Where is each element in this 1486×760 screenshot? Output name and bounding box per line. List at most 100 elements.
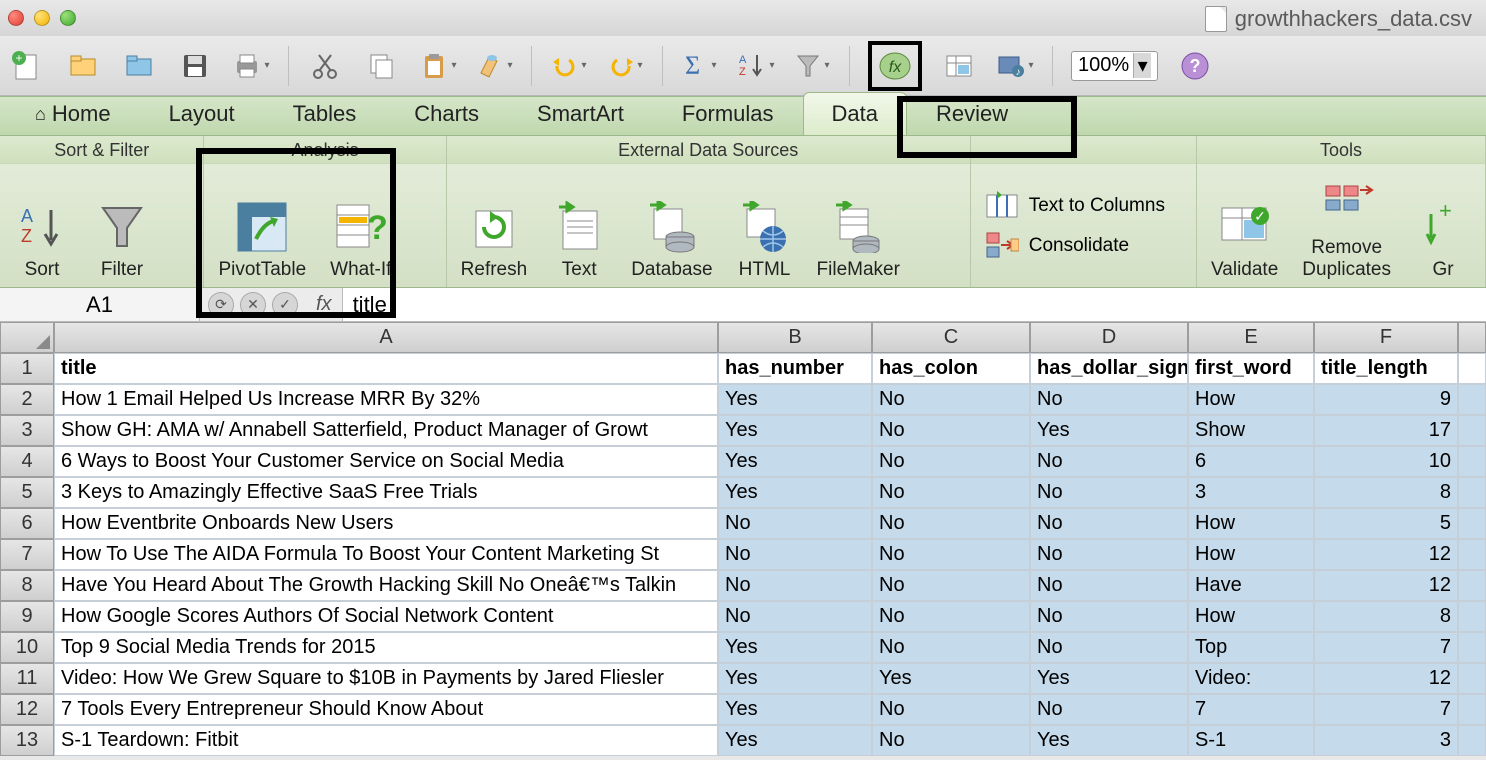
cell[interactable]: first_word [1188, 353, 1314, 384]
cell[interactable]: 8 [1314, 477, 1458, 508]
cell[interactable]: No [872, 601, 1030, 632]
pivottable-button[interactable]: PivotTable [218, 199, 306, 281]
filter-button[interactable]: Filter [94, 199, 150, 281]
cell[interactable]: No [1030, 508, 1188, 539]
cell[interactable]: 7 [1188, 694, 1314, 725]
cell[interactable]: No [872, 415, 1030, 446]
tab-home[interactable]: ⌂Home [6, 92, 140, 135]
cell[interactable]: No [1030, 539, 1188, 570]
cell[interactable]: 12 [1314, 663, 1458, 694]
cell[interactable] [1458, 384, 1486, 415]
name-box[interactable]: A1 [0, 288, 200, 321]
cell[interactable]: Yes [872, 663, 1030, 694]
cell[interactable]: No [872, 570, 1030, 601]
cell[interactable]: 6 [1188, 446, 1314, 477]
cell[interactable]: No [872, 539, 1030, 570]
whatif-button[interactable]: ?What-If [330, 199, 391, 281]
open-button[interactable] [64, 47, 102, 85]
zoom-control[interactable]: 100%▾ [1071, 51, 1158, 81]
cell[interactable]: title_length [1314, 353, 1458, 384]
col-header[interactable]: A [54, 322, 718, 353]
cell[interactable]: How To Use The AIDA Formula To Boost You… [54, 539, 718, 570]
cell[interactable]: Yes [1030, 663, 1188, 694]
spreadsheet-grid[interactable]: A B C D E F 1 title has_number has_colon… [0, 322, 1486, 756]
cell[interactable]: Have [1188, 570, 1314, 601]
tab-review[interactable]: Review [907, 92, 1037, 135]
cell[interactable]: No [1030, 384, 1188, 415]
cell[interactable]: Yes [718, 384, 872, 415]
validate-button[interactable]: ✓Validate [1211, 199, 1278, 281]
cell[interactable] [1458, 694, 1486, 725]
cell[interactable]: How [1188, 508, 1314, 539]
cell[interactable]: No [872, 384, 1030, 415]
autosum-button[interactable]: Σ [681, 47, 719, 85]
cell[interactable]: 7 Tools Every Entrepreneur Should Know A… [54, 694, 718, 725]
cell[interactable]: Yes [718, 415, 872, 446]
cell[interactable]: How [1188, 384, 1314, 415]
cell[interactable]: Yes [1030, 415, 1188, 446]
cell[interactable]: Yes [718, 446, 872, 477]
cell[interactable] [1458, 415, 1486, 446]
row-header[interactable]: 9 [0, 601, 54, 632]
cell[interactable]: No [718, 570, 872, 601]
cell[interactable]: No [1030, 446, 1188, 477]
cell[interactable]: Yes [718, 632, 872, 663]
cell[interactable]: S-1 Teardown: Fitbit [54, 725, 718, 756]
row-header[interactable]: 4 [0, 446, 54, 477]
cancel-icon[interactable]: ✕ [240, 292, 266, 318]
filemaker-import-button[interactable]: FileMaker [817, 199, 900, 281]
row-header[interactable]: 3 [0, 415, 54, 446]
fx-builder-button[interactable]: fx [876, 47, 914, 85]
formula-input[interactable] [342, 288, 1486, 321]
cell[interactable]: title [54, 353, 718, 384]
cell[interactable]: Yes [718, 663, 872, 694]
cell[interactable] [1458, 663, 1486, 694]
cell[interactable]: 7 [1314, 694, 1458, 725]
refresh-button[interactable]: Refresh [461, 199, 528, 281]
cell[interactable]: No [718, 601, 872, 632]
row-header[interactable]: 5 [0, 477, 54, 508]
cell[interactable]: Yes [718, 725, 872, 756]
tab-charts[interactable]: Charts [385, 92, 508, 135]
cell[interactable]: Yes [1030, 725, 1188, 756]
cell[interactable]: No [718, 539, 872, 570]
tab-smartart[interactable]: SmartArt [508, 92, 653, 135]
row-header[interactable]: 11 [0, 663, 54, 694]
cell[interactable]: 17 [1314, 415, 1458, 446]
sort-button[interactable]: AZSort [14, 199, 70, 281]
cell[interactable]: S-1 [1188, 725, 1314, 756]
show-formulas-button[interactable] [940, 47, 978, 85]
cell[interactable]: 3 [1188, 477, 1314, 508]
row-header[interactable]: 13 [0, 725, 54, 756]
cell[interactable]: Have You Heard About The Growth Hacking … [54, 570, 718, 601]
col-header[interactable]: E [1188, 322, 1314, 353]
database-import-button[interactable]: Database [631, 199, 712, 281]
format-painter-button[interactable] [475, 47, 513, 85]
cut-button[interactable] [307, 47, 345, 85]
tab-formulas[interactable]: Formulas [653, 92, 803, 135]
cell[interactable]: No [872, 446, 1030, 477]
html-import-button[interactable]: HTML [737, 199, 793, 281]
history-icon[interactable]: ⟳ [208, 292, 234, 318]
cell[interactable]: How Eventbrite Onboards New Users [54, 508, 718, 539]
text-to-columns-button[interactable]: Text to Columns [985, 191, 1165, 221]
cell[interactable] [1458, 601, 1486, 632]
minimize-icon[interactable] [34, 10, 50, 26]
sort-az-button[interactable]: AZ [737, 47, 775, 85]
row-header[interactable]: 8 [0, 570, 54, 601]
save-button[interactable] [176, 47, 214, 85]
cell[interactable]: How [1188, 601, 1314, 632]
cell[interactable]: No [872, 477, 1030, 508]
cell[interactable]: No [1030, 632, 1188, 663]
consolidate-button[interactable]: Consolidate [985, 231, 1165, 261]
cell[interactable] [1458, 508, 1486, 539]
col-header[interactable]: C [872, 322, 1030, 353]
new-button[interactable]: + [8, 47, 46, 85]
cell[interactable]: Video: [1188, 663, 1314, 694]
media-button[interactable]: ♪ [996, 47, 1034, 85]
cell[interactable]: has_dollar_sign [1030, 353, 1188, 384]
cell[interactable]: No [1030, 694, 1188, 725]
cell[interactable]: Show GH: AMA w/ Annabell Satterfield, Pr… [54, 415, 718, 446]
row-header[interactable]: 7 [0, 539, 54, 570]
cell[interactable] [1458, 539, 1486, 570]
